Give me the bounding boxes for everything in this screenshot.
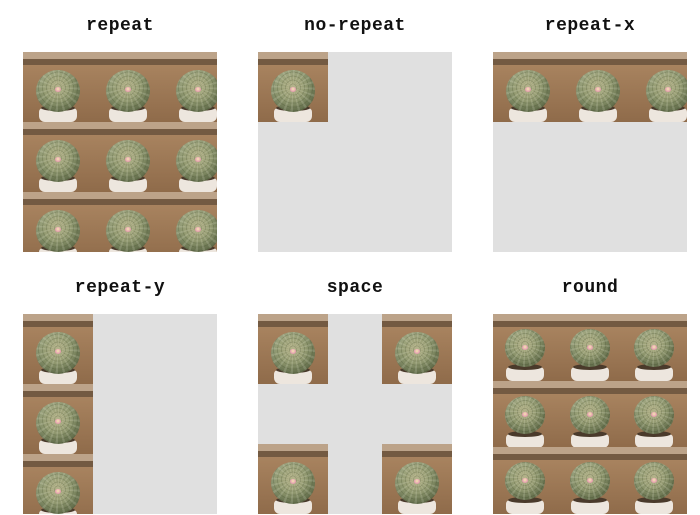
label-repeat-y: repeat-y [75, 274, 165, 314]
cell-no-repeat: no-repeat [250, 12, 460, 252]
cell-repeat: repeat [15, 12, 225, 252]
cactus-tile [163, 192, 217, 252]
label-no-repeat: no-repeat [304, 12, 406, 52]
cactus-tile [23, 122, 93, 192]
label-repeat-x: repeat-x [545, 12, 635, 52]
cactus-tile [23, 192, 93, 252]
box-repeat-x [493, 52, 687, 252]
box-no-repeat [258, 52, 452, 252]
demo-grid: repeat no-repeat repeat-x repeat-y space… [0, 0, 700, 514]
cactus-tile [558, 381, 623, 448]
box-repeat [23, 52, 217, 252]
cell-repeat-x: repeat-x [485, 12, 695, 252]
cactus-tile [493, 381, 558, 448]
cactus-tile [23, 384, 93, 454]
cell-repeat-y: repeat-y [15, 274, 225, 514]
cactus-tile [493, 314, 558, 381]
box-round [493, 314, 687, 514]
box-repeat-y [23, 314, 217, 514]
label-repeat: repeat [86, 12, 154, 52]
box-space [258, 314, 452, 514]
cactus-tile [258, 314, 328, 384]
cactus-tile [258, 52, 328, 122]
cactus-tile [163, 52, 217, 122]
cactus-tile [558, 314, 623, 381]
label-round: round [562, 274, 619, 314]
cactus-tile [93, 52, 163, 122]
cactus-tile [23, 314, 93, 384]
cell-space: space [250, 274, 460, 514]
cactus-tile [93, 122, 163, 192]
cactus-tile [622, 314, 687, 381]
cell-round: round [485, 274, 695, 514]
cactus-tile [23, 454, 93, 514]
cactus-tile [622, 381, 687, 448]
cactus-tile [382, 314, 452, 384]
cactus-tile [163, 122, 217, 192]
cactus-tile [633, 52, 687, 122]
cactus-tile [23, 52, 93, 122]
cactus-tile [493, 52, 563, 122]
cactus-tile [93, 192, 163, 252]
label-space: space [327, 274, 384, 314]
cactus-tile [563, 52, 633, 122]
